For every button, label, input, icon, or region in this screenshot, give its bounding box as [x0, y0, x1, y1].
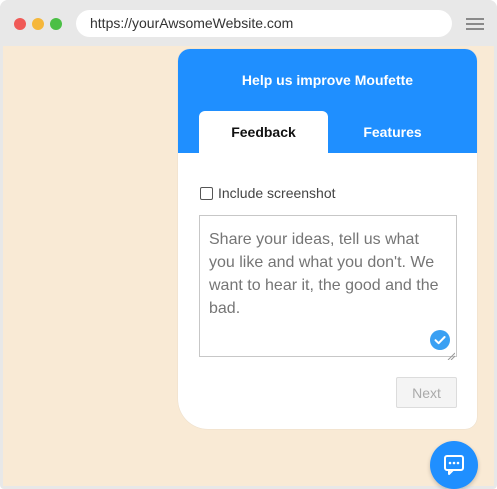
feedback-launcher-button[interactable] [430, 441, 478, 489]
tab-features[interactable]: Features [328, 111, 457, 153]
next-button[interactable]: Next [396, 377, 457, 408]
tab-feedback[interactable]: Feedback [199, 111, 328, 153]
include-screenshot-checkbox[interactable] [200, 186, 213, 200]
chat-icon [444, 455, 464, 475]
feedback-placeholder: Share your ideas, tell us what you like … [209, 231, 439, 317]
include-screenshot-label: Include screenshot [218, 185, 336, 201]
widget-title: Help us improve Moufette [241, 72, 414, 88]
maximize-window-button[interactable] [50, 18, 62, 30]
widget-header: Help us improve Moufette Feedback Featur… [178, 49, 477, 153]
minimize-window-button[interactable] [32, 18, 44, 30]
browser-titlebar: https://yourAwsomeWebsite.com [0, 0, 497, 46]
feedback-textarea[interactable]: Share your ideas, tell us what you like … [199, 215, 457, 361]
resize-handle-icon[interactable] [447, 347, 456, 361]
hamburger-icon[interactable] [466, 18, 484, 30]
address-bar[interactable]: https://yourAwsomeWebsite.com [76, 10, 452, 37]
close-window-button[interactable] [14, 18, 26, 30]
feedback-widget: Help us improve Moufette Feedback Featur… [178, 49, 477, 429]
browser-window: https://yourAwsomeWebsite.com Help us im… [0, 0, 497, 489]
include-screenshot-row[interactable]: Include screenshot [200, 185, 336, 201]
